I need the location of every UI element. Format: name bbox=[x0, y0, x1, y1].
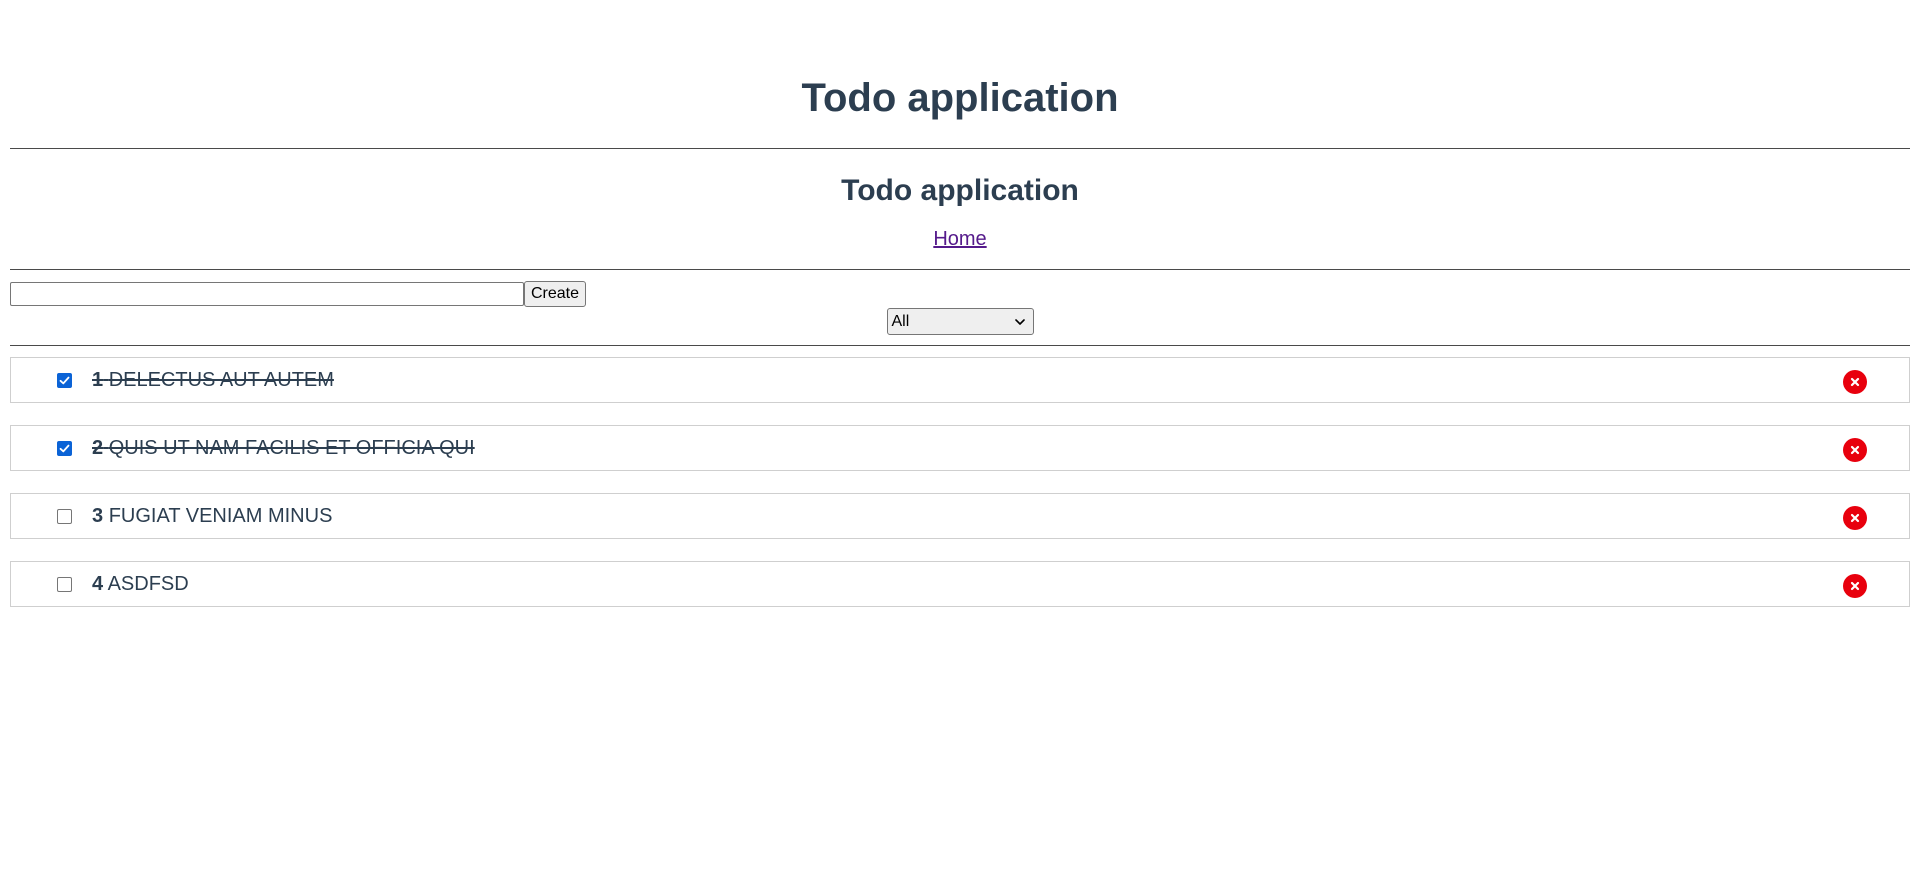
divider bbox=[10, 345, 1910, 346]
todo-app: Todo application Todo application Home C… bbox=[0, 0, 1920, 607]
delete-button[interactable] bbox=[1843, 506, 1867, 530]
divider bbox=[10, 269, 1910, 270]
home-link[interactable]: Home bbox=[933, 228, 986, 250]
filter-row: All bbox=[10, 308, 1910, 335]
todo-title: FUGIAT VENIAM MINUS bbox=[108, 504, 333, 527]
todo-item: 1 DELECTUS AUT AUTEM bbox=[10, 357, 1910, 403]
delete-button[interactable] bbox=[1843, 370, 1867, 394]
todo-text: 4 ASDFSD bbox=[92, 573, 189, 596]
close-icon bbox=[1850, 513, 1860, 523]
page-title: Todo application bbox=[801, 76, 1119, 120]
todo-title: ASDFSD bbox=[107, 572, 189, 595]
filter-selected-value: All bbox=[891, 312, 910, 330]
todo-id: 2 bbox=[92, 436, 104, 459]
create-form: Create bbox=[10, 281, 1910, 307]
todo-item: 3 FUGIAT VENIAM MINUS bbox=[10, 493, 1910, 539]
new-todo-input[interactable] bbox=[10, 282, 524, 306]
close-icon bbox=[1850, 445, 1860, 455]
todo-title: DELECTUS AUT AUTEM bbox=[108, 368, 334, 391]
delete-button[interactable] bbox=[1843, 574, 1867, 598]
todo-checkbox[interactable] bbox=[57, 508, 72, 524]
close-icon bbox=[1850, 377, 1860, 387]
section-title: Todo application bbox=[841, 174, 1079, 207]
nav-bar: Home bbox=[10, 227, 1910, 251]
create-button[interactable]: Create bbox=[524, 281, 587, 307]
checkmark-icon bbox=[59, 444, 70, 452]
todo-item: 2 QUIS UT NAM FACILIS ET OFFICIA QUI bbox=[10, 425, 1910, 471]
todo-text: 3 FUGIAT VENIAM MINUS bbox=[92, 505, 332, 528]
todo-checkbox[interactable] bbox=[57, 576, 72, 592]
todo-id: 1 bbox=[92, 368, 104, 391]
todo-text: 2 QUIS UT NAM FACILIS ET OFFICIA QUI bbox=[92, 437, 475, 460]
todo-checkbox[interactable] bbox=[57, 440, 72, 456]
todo-item: 4 ASDFSD bbox=[10, 561, 1910, 607]
chevron-down-icon bbox=[1014, 319, 1025, 325]
todo-id: 4 bbox=[92, 572, 104, 595]
todo-list: 1 DELECTUS AUT AUTEM 2 QUIS UT NAM FACIL… bbox=[10, 357, 1910, 607]
checkmark-icon bbox=[59, 376, 70, 384]
todo-title: QUIS UT NAM FACILIS ET OFFICIA QUI bbox=[108, 436, 475, 459]
todo-id: 3 bbox=[92, 504, 104, 527]
filter-select[interactable]: All bbox=[886, 308, 1034, 335]
delete-button[interactable] bbox=[1843, 438, 1867, 462]
close-icon bbox=[1850, 581, 1860, 591]
todo-checkbox[interactable] bbox=[57, 372, 72, 388]
todo-text: 1 DELECTUS AUT AUTEM bbox=[92, 369, 334, 392]
